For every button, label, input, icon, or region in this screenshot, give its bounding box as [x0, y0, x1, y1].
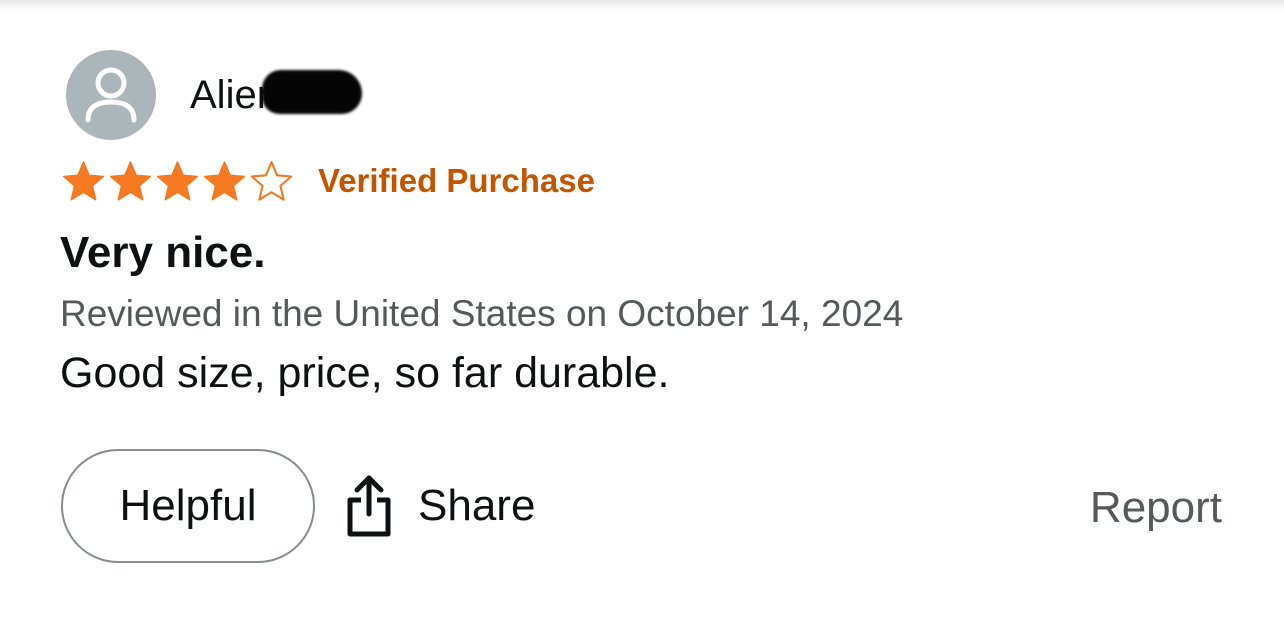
helpful-button-label: Helpful — [119, 481, 257, 530]
star-rating — [60, 160, 295, 202]
reviewer-avatar — [66, 50, 156, 140]
review-date-location: Reviewed in the United States on October… — [60, 293, 904, 334]
share-icon — [347, 475, 391, 537]
star-filled-icon — [203, 161, 246, 201]
helpful-button[interactable]: Helpful — [61, 449, 315, 563]
star-filled-icon — [156, 161, 199, 201]
review-title: Very nice. — [60, 228, 266, 277]
share-button-label: Share — [418, 481, 536, 530]
review-body-text: Good size, price, so far durable. — [60, 349, 670, 397]
default-user-avatar-icon — [85, 67, 137, 123]
name-redaction-mark — [262, 70, 362, 114]
share-button[interactable]: Share — [344, 474, 535, 538]
star-filled-icon — [109, 161, 152, 201]
top-divider-shadow — [0, 0, 1284, 10]
star-empty-icon — [250, 161, 293, 201]
verified-purchase-badge: Verified Purchase — [318, 162, 595, 199]
report-link[interactable]: Report — [1090, 480, 1222, 536]
star-filled-icon — [62, 161, 105, 201]
